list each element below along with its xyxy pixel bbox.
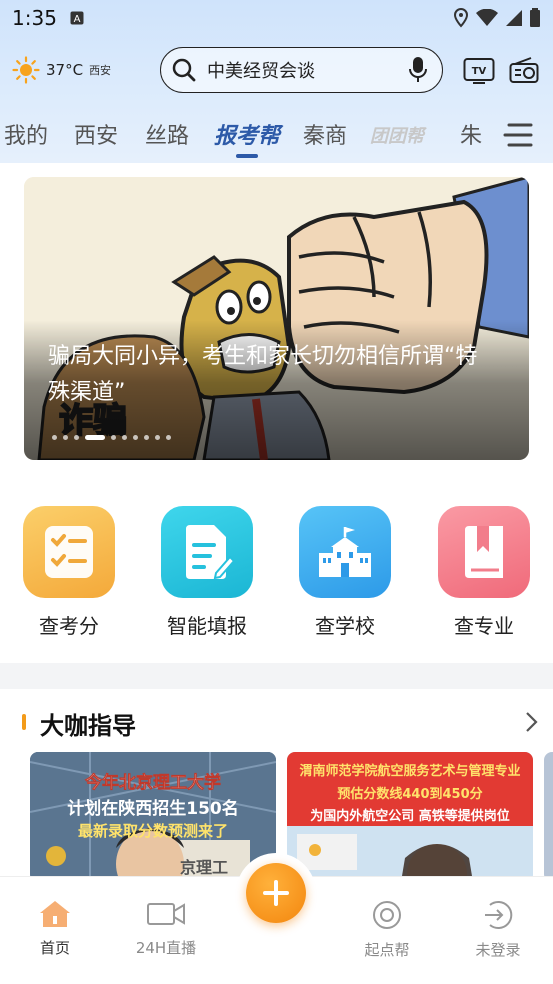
tab-zhu[interactable]: 朱 — [460, 118, 482, 150]
nav-home[interactable]: 首页 — [15, 899, 95, 958]
carousel-dot[interactable] — [144, 435, 149, 440]
carousel-dot[interactable] — [85, 435, 105, 440]
search-query[interactable]: 中美经贸会谈 — [207, 57, 408, 83]
battery-icon — [530, 8, 540, 27]
nav-live[interactable]: 24H直播 — [126, 899, 206, 958]
quick-entry-label: 查学校 — [315, 614, 375, 638]
active-tab-indicator — [236, 154, 258, 158]
section-accent-bar — [22, 714, 26, 730]
tab-silk-road[interactable]: 丝路 — [145, 118, 189, 150]
card-sign-text: 京理工 — [180, 858, 229, 877]
tv-icon[interactable]: TV — [463, 56, 495, 84]
radio-icon[interactable] — [509, 56, 539, 84]
microphone-icon[interactable] — [408, 56, 428, 84]
tab-xian[interactable]: 西安 — [74, 118, 118, 150]
carousel-dot[interactable] — [111, 435, 116, 440]
menu-icon[interactable] — [503, 122, 533, 148]
card-headline-2: 预估分数线440到450分 — [337, 787, 483, 802]
tab-qin-business[interactable]: 秦商 — [303, 118, 347, 150]
login-arrow-icon — [485, 901, 513, 929]
add-button[interactable] — [246, 863, 306, 923]
quick-entry-smart-apply[interactable]: 智能填报 — [161, 506, 253, 639]
quick-entry-check-major[interactable]: 查专业 — [438, 506, 530, 639]
checklist-icon — [23, 506, 115, 598]
expert-guidance-section: 大咖指导 今年北京理工大学 计划在陕西招生150名 最新录取分数预测来了 京理工… — [0, 689, 553, 882]
weather-city: 西安 — [89, 64, 112, 77]
card-headline-2: 计划在陕西招生150名 — [67, 799, 239, 819]
sun-icon — [12, 56, 40, 84]
nav-label: 起点帮 — [364, 941, 410, 959]
banner-title[interactable]: 骗局大同小异，考生和家长切勿相信所谓“特殊渠道” — [48, 339, 488, 411]
chevron-right-icon[interactable] — [525, 711, 539, 733]
video-card-bit[interactable]: 今年北京理工大学 计划在陕西招生150名 最新录取分数预测来了 京理工 — [30, 752, 276, 882]
bookmark-book-icon — [438, 506, 530, 598]
section-title: 大咖指导 — [40, 712, 136, 740]
edit-document-icon — [161, 506, 253, 598]
tab-mine[interactable]: 我的 — [4, 118, 48, 150]
video-card-partial[interactable] — [544, 752, 553, 882]
quick-entry-label: 查专业 — [454, 614, 514, 638]
carousel-dot[interactable] — [133, 435, 138, 440]
quick-entry-check-score[interactable]: 查考分 — [23, 506, 115, 639]
video-card-wnnu[interactable]: 渭南师范学院航空服务艺术与管理专业 预估分数线440到450分 为国内外航空公司… — [287, 752, 533, 882]
header-actions: TV — [463, 56, 539, 84]
quick-entry-label: 查考分 — [39, 614, 99, 638]
nav-login[interactable]: 未登录 — [458, 899, 538, 960]
video-camera-icon — [147, 903, 185, 925]
weather-temperature: 37°C — [46, 61, 84, 79]
notification-app-icon: A — [70, 10, 84, 29]
svg-text:A: A — [74, 14, 81, 25]
card-headline-1: 今年北京理工大学 — [85, 773, 222, 794]
carousel-dot[interactable] — [166, 435, 171, 440]
svg-text:TV: TV — [472, 66, 487, 77]
carousel-dot[interactable] — [155, 435, 160, 440]
quick-entry-check-school[interactable]: 查学校 — [299, 506, 391, 639]
tab-tuantuanbang[interactable]: 团团帮 — [370, 122, 424, 148]
nav-qidianbang[interactable]: 起点帮 — [347, 899, 427, 960]
carousel-dot[interactable] — [122, 435, 127, 440]
weather-widget[interactable]: 37°C 西安 — [12, 56, 111, 84]
status-time: 1:35 — [12, 6, 57, 30]
bottom-navigation: 首页 24H直播 起点帮 未登录 — [0, 853, 553, 984]
nav-label: 未登录 — [475, 941, 521, 959]
nav-label: 首页 — [39, 939, 70, 957]
home-icon — [40, 901, 70, 927]
wifi-icon — [476, 9, 498, 26]
quick-entry-label: 智能填报 — [167, 614, 247, 638]
tab-exam-help[interactable]: 报考帮 — [214, 118, 280, 150]
banner-carousel[interactable]: 诈骗 骗局大同小异，考生和家长切勿相信所谓“特殊渠道” — [24, 177, 529, 460]
target-circle-icon — [373, 901, 401, 929]
signal-icon — [506, 10, 522, 26]
status-bar: 1:35 A — [0, 0, 553, 38]
search-bar[interactable]: 中美经贸会谈 — [160, 47, 443, 93]
plus-icon — [263, 880, 289, 906]
card-headline-3: 最新录取分数预测来了 — [77, 822, 228, 840]
nav-label: 24H直播 — [135, 939, 197, 957]
status-icons — [453, 8, 541, 28]
school-building-icon — [299, 506, 391, 598]
card-headline-3: 为国内外航空公司 高铁等提供岗位 — [310, 809, 510, 824]
channel-tabs: 我的 西安 丝路 报考帮 秦商 团团帮 朱 — [0, 112, 553, 162]
card-headline-1: 渭南师范学院航空服务艺术与管理专业 — [299, 764, 521, 779]
carousel-indicator — [52, 435, 171, 440]
carousel-dot[interactable] — [63, 435, 68, 440]
search-icon — [172, 58, 196, 82]
location-icon — [453, 8, 469, 28]
carousel-dot[interactable] — [74, 435, 79, 440]
carousel-dot[interactable] — [52, 435, 57, 440]
app-header: 1:35 A 37°C 西安 中美经贸会谈 TV 我的 西安 丝路 报考帮 秦商… — [0, 0, 553, 163]
